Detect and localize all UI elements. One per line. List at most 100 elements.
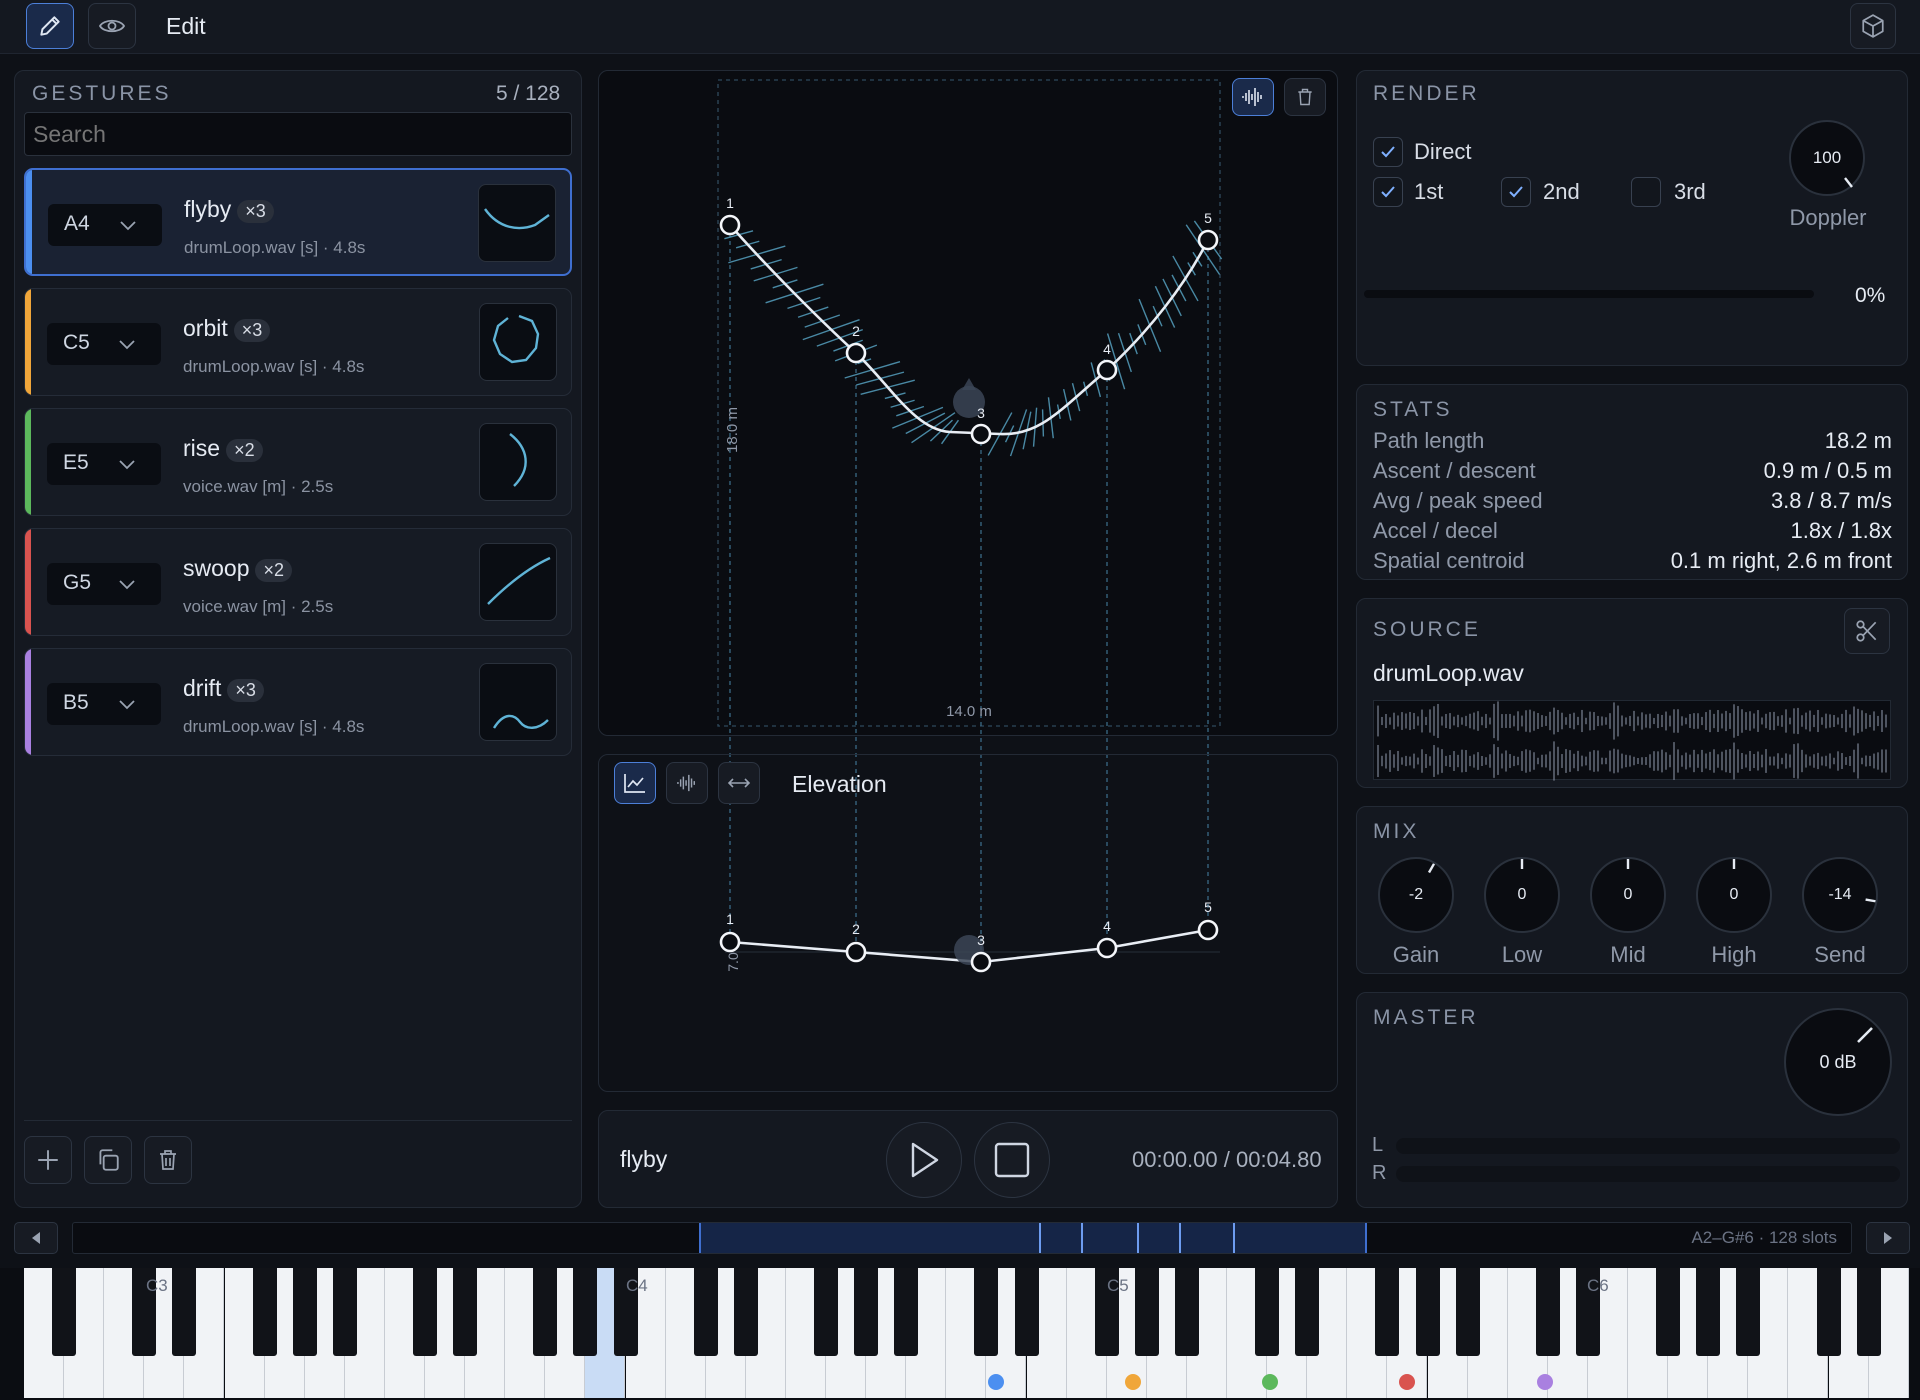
point-label: 2 xyxy=(852,323,860,339)
knob-label: Gain xyxy=(1392,942,1440,967)
black-key[interactable] xyxy=(894,1268,919,1356)
stats-header: STATS xyxy=(1373,398,1453,421)
knob-send[interactable]: -14 xyxy=(1802,857,1878,933)
knob-value: 0 xyxy=(1517,886,1527,903)
second-order-label: 2nd xyxy=(1543,179,1580,204)
scroll-left-button[interactable] xyxy=(14,1222,58,1254)
amplitude-view-button[interactable] xyxy=(666,762,708,804)
mix-header: MIX xyxy=(1373,820,1420,843)
width-view-button[interactable] xyxy=(718,762,760,804)
knob-low[interactable]: 0 xyxy=(1484,857,1560,933)
elevation-point-3[interactable] xyxy=(970,951,992,973)
gesture-key-dot xyxy=(1399,1374,1415,1390)
path-point-5[interactable] xyxy=(1197,229,1219,251)
black-key[interactable] xyxy=(733,1268,758,1356)
direct-checkbox[interactable] xyxy=(1373,137,1403,167)
point-label: 1 xyxy=(726,195,734,211)
master-value: 0 dB xyxy=(1819,1052,1857,1072)
path-point-1[interactable] xyxy=(719,214,741,236)
black-key[interactable] xyxy=(1736,1268,1761,1356)
stat-value: 3.8 / 8.7 m/s xyxy=(1770,488,1892,513)
master-header: MASTER xyxy=(1373,1006,1479,1029)
stat-label: Accel / decel xyxy=(1373,518,1498,543)
knob-value: 0 xyxy=(1729,886,1739,903)
black-key[interactable] xyxy=(854,1268,879,1356)
path-point-2[interactable] xyxy=(845,342,867,364)
black-key[interactable] xyxy=(252,1268,277,1356)
doppler-knob[interactable]: 100 xyxy=(1789,120,1865,196)
black-key[interactable] xyxy=(1134,1268,1159,1356)
black-key[interactable] xyxy=(1696,1268,1721,1356)
black-key[interactable] xyxy=(1455,1268,1480,1356)
black-key[interactable] xyxy=(1174,1268,1199,1356)
scroll-right-button[interactable] xyxy=(1866,1222,1910,1254)
meter-left-label: L xyxy=(1372,1134,1384,1156)
render-header: RENDER xyxy=(1373,82,1480,105)
meter-right xyxy=(1396,1166,1900,1182)
black-key[interactable] xyxy=(814,1268,838,1356)
black-key[interactable] xyxy=(172,1268,197,1356)
range-viewport[interactable] xyxy=(699,1223,1367,1253)
knob-mid[interactable]: 0 xyxy=(1590,857,1666,933)
black-key[interactable] xyxy=(1656,1268,1681,1356)
keyboard-range-bar[interactable]: A2–G#6 · 128 slots xyxy=(72,1222,1852,1254)
elevation-point-label: 3 xyxy=(977,932,985,948)
black-key[interactable] xyxy=(1816,1268,1841,1356)
waveform-icon xyxy=(677,774,695,792)
third-order-checkbox[interactable] xyxy=(1631,177,1661,207)
black-key[interactable] xyxy=(1014,1268,1039,1356)
first-order-label: 1st xyxy=(1414,179,1444,204)
slot-marker xyxy=(1233,1223,1235,1253)
black-key[interactable] xyxy=(1255,1268,1280,1356)
elevation-point-2[interactable] xyxy=(845,941,867,963)
path-point-3[interactable] xyxy=(970,423,992,445)
knob-value: -14 xyxy=(1828,886,1852,903)
play-button[interactable] xyxy=(886,1122,962,1198)
knob-gain[interactable]: -2 xyxy=(1378,857,1454,933)
elevation-point-5[interactable] xyxy=(1197,919,1219,941)
second-order-checkbox[interactable] xyxy=(1501,177,1531,207)
knob-label: Send xyxy=(1814,942,1866,967)
stat-value: 0.1 m right, 2.6 m front xyxy=(1670,548,1892,573)
black-key[interactable] xyxy=(974,1268,999,1356)
piano-keyboard[interactable]: C3 C4 C5 C6 xyxy=(0,1268,1920,1400)
doppler-value: 100 xyxy=(1812,148,1842,167)
knob-label: Low xyxy=(1501,942,1543,967)
black-key[interactable] xyxy=(332,1268,357,1356)
third-order-label: 3rd xyxy=(1674,179,1706,204)
render-progress-bar xyxy=(1364,290,1814,298)
elevation-point-4[interactable] xyxy=(1096,937,1118,959)
source-waveform[interactable] xyxy=(1373,700,1891,781)
path-point-4[interactable] xyxy=(1096,359,1118,381)
meter-left xyxy=(1396,1138,1900,1154)
black-key[interactable] xyxy=(693,1268,718,1356)
master-volume-knob[interactable]: 0 dB xyxy=(1784,1008,1892,1116)
trim-source-button[interactable] xyxy=(1844,608,1890,654)
black-key[interactable] xyxy=(292,1268,317,1356)
elevation-point-label: 5 xyxy=(1204,899,1212,915)
slot-marker xyxy=(1137,1223,1139,1253)
elevation-point-label: 1 xyxy=(726,911,734,927)
first-order-checkbox[interactable] xyxy=(1373,177,1403,207)
slot-marker xyxy=(1081,1223,1083,1253)
black-key[interactable] xyxy=(1415,1268,1440,1356)
black-key[interactable] xyxy=(1535,1268,1560,1356)
black-key[interactable] xyxy=(1375,1268,1400,1356)
black-key[interactable] xyxy=(1856,1268,1881,1356)
black-key[interactable] xyxy=(533,1268,558,1356)
stat-label: Spatial centroid xyxy=(1373,548,1525,573)
stop-button[interactable] xyxy=(974,1122,1050,1198)
elevation-point-1[interactable] xyxy=(719,931,741,953)
black-key[interactable] xyxy=(453,1268,478,1356)
doppler-label: Doppler xyxy=(1789,205,1867,230)
stat-value: 18.2 m xyxy=(1824,428,1892,453)
black-key[interactable] xyxy=(1295,1268,1320,1356)
stat-label: Path length xyxy=(1373,428,1485,453)
black-key[interactable] xyxy=(573,1268,598,1356)
scissors-icon xyxy=(1856,620,1877,642)
elevation-view-button[interactable] xyxy=(614,762,656,804)
black-key[interactable] xyxy=(413,1268,437,1356)
triangle-left-icon xyxy=(32,1232,40,1244)
knob-high[interactable]: 0 xyxy=(1696,857,1772,933)
black-key[interactable] xyxy=(52,1268,77,1356)
